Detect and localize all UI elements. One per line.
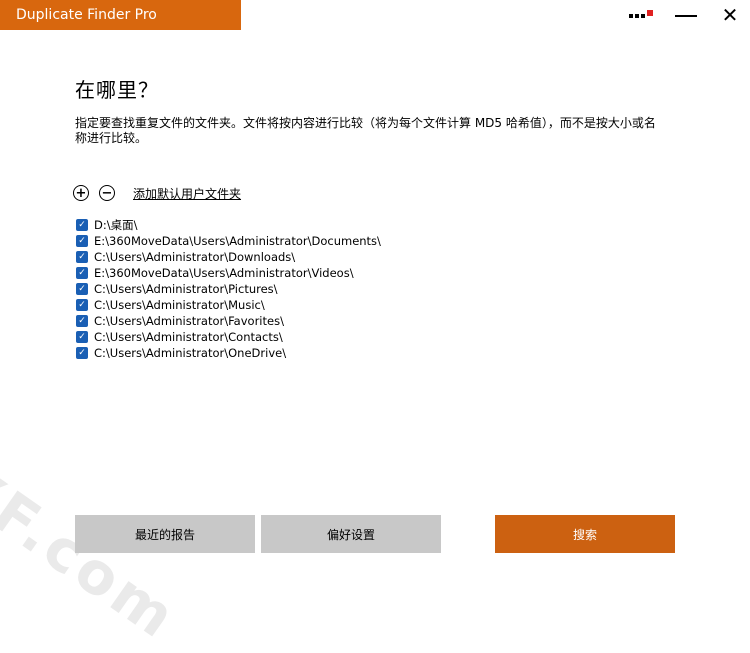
folder-checkbox[interactable]: ✓ (76, 219, 88, 231)
add-folder-button[interactable]: + (73, 185, 89, 201)
folder-path: D:\桌面\ (94, 218, 138, 232)
folder-item: ✓ E:\360MoveData\Users\Administrator\Doc… (76, 233, 381, 249)
folder-checkbox[interactable]: ✓ (76, 347, 88, 359)
preferences-button[interactable]: 偏好设置 (261, 515, 441, 553)
folder-list: ✓ D:\桌面\ ✓ E:\360MoveData\Users\Administ… (76, 217, 381, 361)
folder-path: C:\Users\Administrator\Downloads\ (94, 250, 296, 264)
minus-icon: − (101, 185, 113, 201)
menu-button[interactable] (624, 0, 660, 30)
folder-checkbox[interactable]: ✓ (76, 251, 88, 263)
page-heading: 在哪里？ (75, 78, 159, 102)
minimize-button[interactable] (668, 0, 704, 30)
close-icon: ✕ (721, 3, 739, 27)
folder-item: ✓ C:\Users\Administrator\Pictures\ (76, 281, 381, 297)
folder-path: C:\Users\Administrator\Pictures\ (94, 282, 278, 296)
folder-checkbox[interactable]: ✓ (76, 235, 88, 247)
remove-folder-button[interactable]: − (99, 185, 115, 201)
folder-item: ✓ C:\Users\Administrator\OneDrive\ (76, 345, 381, 361)
folder-item: ✓ C:\Users\Administrator\Downloads\ (76, 249, 381, 265)
folder-path: E:\360MoveData\Users\Administrator\Video… (94, 266, 354, 280)
close-button[interactable]: ✕ (712, 0, 748, 30)
folder-path: C:\Users\Administrator\Music\ (94, 298, 265, 312)
folder-checkbox[interactable]: ✓ (76, 331, 88, 343)
folder-checkbox[interactable]: ✓ (76, 283, 88, 295)
folder-item: ✓ C:\Users\Administrator\Favorites\ (76, 313, 381, 329)
folder-item: ✓ D:\桌面\ (76, 217, 381, 233)
folder-checkbox[interactable]: ✓ (76, 315, 88, 327)
recent-reports-label: 最近的报告 (134, 527, 195, 542)
folder-checkbox[interactable]: ✓ (76, 299, 88, 311)
app-title-tab: Duplicate Finder Pro (0, 0, 241, 30)
plus-icon: + (75, 185, 87, 201)
recent-reports-button[interactable]: 最近的报告 (75, 515, 255, 553)
folder-item: ✓ E:\360MoveData\Users\Administrator\Vid… (76, 265, 381, 281)
preferences-label: 偏好设置 (326, 527, 375, 542)
menu-dots-icon (629, 10, 655, 20)
folder-path: C:\Users\Administrator\Favorites\ (94, 314, 284, 328)
search-label: 搜索 (572, 527, 597, 542)
folder-path: E:\360MoveData\Users\Administrator\Docum… (94, 234, 381, 248)
folder-path: C:\Users\Administrator\Contacts\ (94, 330, 283, 344)
app-title: Duplicate Finder Pro (16, 7, 157, 23)
add-default-folders-link[interactable]: 添加默认用户文件夹 (133, 185, 241, 202)
folder-checkbox[interactable]: ✓ (76, 267, 88, 279)
page-description: 指定要查找重复文件的文件夹。文件将按内容进行比较（将为每个文件计算 MD5 哈希… (75, 116, 656, 145)
search-button[interactable]: 搜索 (495, 515, 675, 553)
folder-item: ✓ C:\Users\Administrator\Music\ (76, 297, 381, 313)
folder-toolbar: + − 添加默认用户文件夹 (73, 183, 241, 203)
folder-item: ✓ C:\Users\Administrator\Contacts\ (76, 329, 381, 345)
folder-path: C:\Users\Administrator\OneDrive\ (94, 346, 287, 360)
minimize-icon (675, 15, 697, 17)
